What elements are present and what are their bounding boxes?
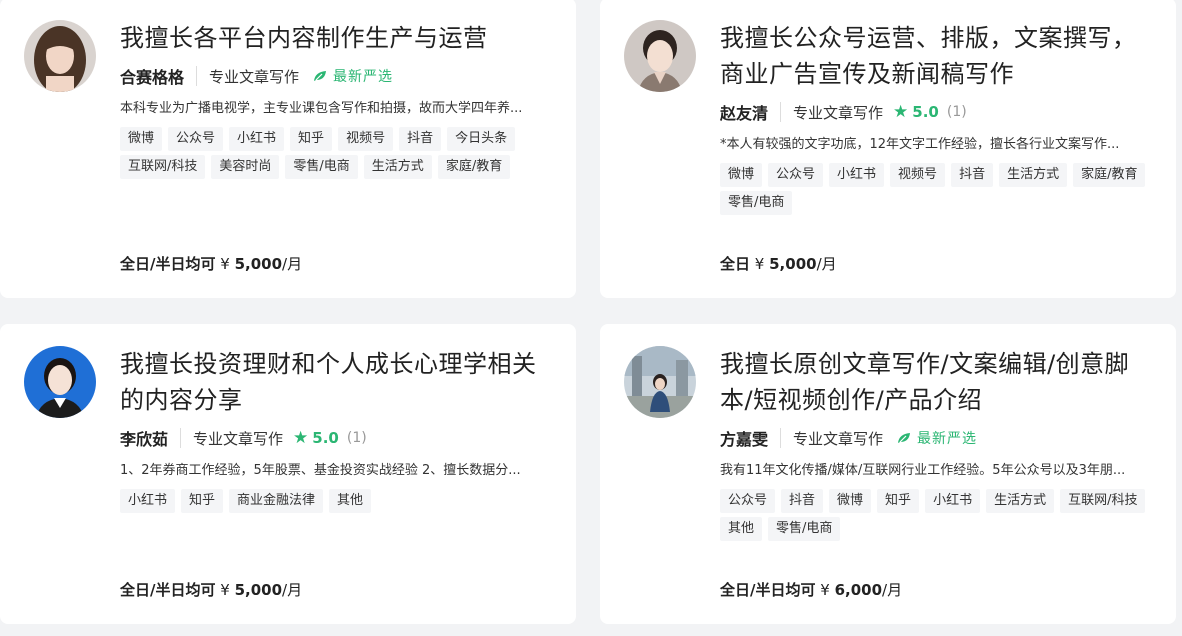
tag: 微博 <box>720 163 763 187</box>
star-icon: ★ <box>293 428 309 448</box>
price-unit: /月 <box>282 255 303 273</box>
expert-role: 专业文章写作 <box>793 103 884 122</box>
tag: 零售/电商 <box>720 191 793 215</box>
tag: 抖音 <box>781 489 824 513</box>
star-icon: ★ <box>893 102 909 122</box>
tag: 公众号 <box>168 127 224 151</box>
expert-name[interactable]: 李欣茹 <box>120 426 168 450</box>
rating-score: 5.0 <box>312 429 339 447</box>
price-amount: 6,000 <box>834 581 883 599</box>
price: 全日/半日均可 ¥ 6,000/月 <box>720 579 902 600</box>
tag: 互联网/科技 <box>1060 489 1146 513</box>
tag: 小红书 <box>120 489 176 513</box>
expert-description: 本科专业为广播电视学，主专业课包含写作和拍摄，故而大学四年养... <box>120 101 523 116</box>
currency-symbol: ¥ <box>754 255 765 273</box>
tag-list: 公众号 抖音 微博 知乎 小红书 生活方式 互联网/科技 其他 零售/电商 <box>720 489 1160 545</box>
avatar[interactable] <box>24 20 96 92</box>
divider <box>780 428 782 448</box>
expert-description: 1、2年券商工作经验，5年股票、基金投资实战经验 2、擅长数据分... <box>120 463 521 478</box>
expert-card[interactable]: 我擅长原创文章写作/文案编辑/创意脚本/短视频创作/产品介绍 方嘉雯 专业文章写… <box>600 324 1176 624</box>
tag: 生活方式 <box>999 163 1068 187</box>
tag: 知乎 <box>181 489 224 513</box>
expert-name[interactable]: 赵友清 <box>720 100 768 124</box>
tag: 视频号 <box>890 163 946 187</box>
tag: 互联网/科技 <box>120 155 206 179</box>
expert-role: 专业文章写作 <box>209 67 300 86</box>
tag: 知乎 <box>290 127 333 151</box>
tag: 美容时尚 <box>211 155 280 179</box>
tag: 家庭/教育 <box>437 155 511 179</box>
divider <box>780 102 782 122</box>
expert-description: *本人有较强的文字功底，12年文字工作经验，擅长各行业文案写作... <box>720 137 1120 152</box>
availability-label: 全日/半日均可 <box>120 255 216 273</box>
tag: 零售/电商 <box>768 517 841 541</box>
avatar[interactable] <box>24 346 96 418</box>
avatar[interactable] <box>624 346 696 418</box>
rating: ★ 5.0 (1) <box>293 428 367 448</box>
price-amount: 5,000 <box>234 255 283 273</box>
price-amount: 5,000 <box>769 255 817 273</box>
expert-description: 我有11年文化传播/媒体/互联网行业工作经验。5年公众号以及3年朋... <box>720 463 1126 478</box>
avatar[interactable] <box>624 20 696 92</box>
price-unit: /月 <box>882 581 903 599</box>
tag: 公众号 <box>720 489 776 513</box>
tag: 小红书 <box>829 163 885 187</box>
tag: 零售/电商 <box>285 155 358 179</box>
tag-list: 微博 公众号 小红书 视频号 抖音 生活方式 家庭/教育 零售/电商 <box>720 163 1160 219</box>
availability-label: 全日 <box>720 255 751 273</box>
currency-symbol: ¥ <box>220 255 230 273</box>
tag: 小红书 <box>229 127 285 151</box>
tag: 视频号 <box>338 127 394 151</box>
card-title[interactable]: 我擅长公众号运营、排版，文案撰写，商业广告宣传及新闻稿写作 <box>720 20 1156 92</box>
tag: 商业金融法律 <box>229 489 324 513</box>
expert-role: 专业文章写作 <box>193 429 284 448</box>
rating-count: (1) <box>346 430 367 446</box>
currency-symbol: ¥ <box>820 581 830 599</box>
price: 全日/半日均可 ¥ 5,000/月 <box>120 253 302 274</box>
leaf-icon <box>313 70 327 82</box>
tag: 抖音 <box>399 127 442 151</box>
divider <box>196 66 198 86</box>
tag-list: 小红书 知乎 商业金融法律 其他 <box>120 489 560 517</box>
price-unit: /月 <box>816 255 837 273</box>
tag: 其他 <box>720 517 763 541</box>
tag: 微博 <box>120 127 163 151</box>
badge-label: 最新严选 <box>333 69 394 85</box>
rating: ★ 5.0 (1) <box>893 102 967 122</box>
card-title[interactable]: 我擅长原创文章写作/文案编辑/创意脚本/短视频创作/产品介绍 <box>720 346 1156 418</box>
badge-label: 最新严选 <box>917 431 978 447</box>
tag: 抖音 <box>951 163 994 187</box>
expert-role: 专业文章写作 <box>793 429 884 448</box>
selection-badge: 最新严选 <box>313 66 393 86</box>
divider <box>180 428 182 448</box>
price-amount: 5,000 <box>234 581 283 599</box>
tag: 生活方式 <box>363 155 432 179</box>
rating-count: (1) <box>946 104 967 120</box>
currency-symbol: ¥ <box>220 581 230 599</box>
expert-name[interactable]: 方嘉雯 <box>720 426 768 450</box>
price-unit: /月 <box>282 581 303 599</box>
availability-label: 全日/半日均可 <box>720 581 816 599</box>
rating-score: 5.0 <box>912 103 939 121</box>
tag: 小红书 <box>925 489 981 513</box>
leaf-icon <box>897 432 911 444</box>
expert-name[interactable]: 合赛格格 <box>120 64 184 88</box>
expert-card[interactable]: 我擅长公众号运营、排版，文案撰写，商业广告宣传及新闻稿写作 赵友清 专业文章写作… <box>600 0 1176 298</box>
availability-label: 全日/半日均可 <box>120 581 216 599</box>
selection-badge: 最新严选 <box>897 428 977 448</box>
tag: 公众号 <box>768 163 824 187</box>
tag: 家庭/教育 <box>1073 163 1146 187</box>
card-title[interactable]: 我擅长投资理财和个人成长心理学相关的内容分享 <box>120 346 556 418</box>
tag: 其他 <box>329 489 372 513</box>
expert-card[interactable]: 我擅长各平台内容制作生产与运营 合赛格格 专业文章写作 最新严选 本科专业为广播… <box>0 0 576 298</box>
card-title[interactable]: 我擅长各平台内容制作生产与运营 <box>120 20 556 56</box>
tag: 今日头条 <box>447 127 516 151</box>
price: 全日/半日均可 ¥ 5,000/月 <box>120 579 302 600</box>
tag: 知乎 <box>877 489 920 513</box>
expert-card[interactable]: 我擅长投资理财和个人成长心理学相关的内容分享 李欣茹 专业文章写作 ★ 5.0 … <box>0 324 576 624</box>
tag-list: 微博 公众号 小红书 知乎 视频号 抖音 今日头条 互联网/科技 美容时尚 零售… <box>120 127 560 183</box>
tag: 生活方式 <box>986 489 1055 513</box>
price: 全日 ¥ 5,000/月 <box>720 253 837 274</box>
tag: 微博 <box>829 489 872 513</box>
